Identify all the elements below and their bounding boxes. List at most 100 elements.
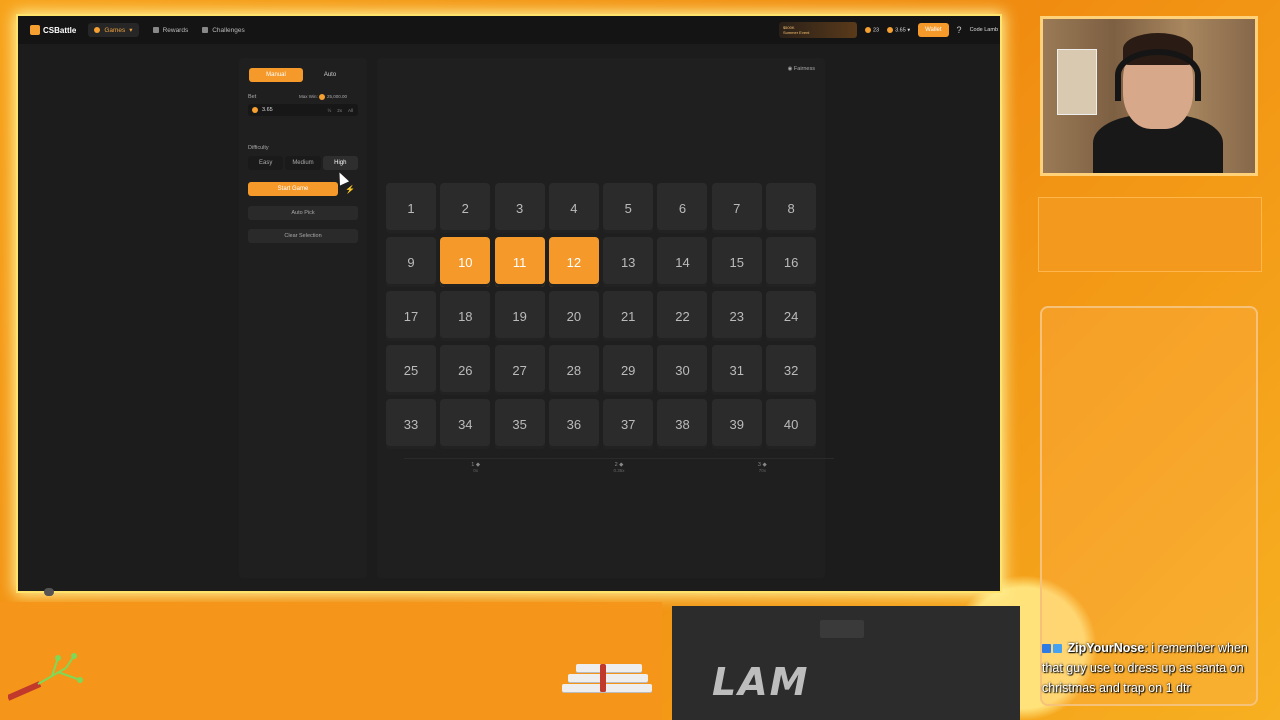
- bottom-overlay-slot: [820, 620, 864, 638]
- site-logo[interactable]: CSBattle: [30, 25, 76, 35]
- auto-pick-button[interactable]: Auto Pick: [248, 206, 358, 220]
- books-icon: [562, 662, 656, 702]
- tile-16[interactable]: 16: [766, 237, 817, 287]
- tile-15[interactable]: 15: [711, 237, 762, 287]
- tile-32[interactable]: 32: [766, 345, 817, 395]
- book: [576, 664, 642, 672]
- difficulty-medium[interactable]: Medium: [285, 156, 321, 170]
- bet-double-button[interactable]: 2x: [337, 108, 342, 113]
- payout-multiplier: 0.35x: [613, 468, 625, 473]
- tile-30[interactable]: 30: [657, 345, 708, 395]
- nav-challenges-label: Challenges: [212, 26, 245, 34]
- tile-12[interactable]: 12: [548, 237, 599, 287]
- tile-28[interactable]: 28: [548, 345, 599, 395]
- clear-selection-button[interactable]: Clear Selection: [248, 229, 358, 243]
- mode-tabs: Manual Auto: [249, 68, 357, 82]
- tile-9[interactable]: 9: [386, 237, 436, 287]
- help-icon[interactable]: ?: [957, 25, 962, 35]
- bet-input[interactable]: 3.65 ½ 2x All: [248, 104, 358, 116]
- tile-19[interactable]: 19: [494, 291, 545, 341]
- book-ribbon: [600, 664, 606, 692]
- coin-icon: [319, 94, 326, 100]
- payout-multiplier: 70x: [758, 468, 766, 473]
- tile-26[interactable]: 26: [440, 345, 491, 395]
- nav-games-label: Games: [104, 26, 126, 34]
- lightning-icon[interactable]: ⚡: [343, 182, 357, 196]
- brand-logo-text: LAM: [712, 660, 810, 704]
- book: [568, 674, 648, 682]
- tile-21[interactable]: 21: [603, 291, 654, 341]
- tile-10[interactable]: 10: [440, 237, 491, 287]
- payout-multiplier: 0x: [473, 468, 479, 473]
- tile-20[interactable]: 20: [548, 291, 599, 341]
- balance-gems-value: 23: [872, 27, 880, 34]
- balance-coins-value: 3.65: [895, 27, 906, 34]
- games-icon: [94, 27, 101, 33]
- tile-40[interactable]: 40: [766, 399, 817, 449]
- nav-games[interactable]: Games ▾: [88, 23, 139, 37]
- difficulty-label: Difficulty: [248, 145, 269, 151]
- tab-auto[interactable]: Auto: [303, 68, 357, 82]
- tile-33[interactable]: 33: [386, 399, 436, 449]
- payout-item: 1 ◆ 0x: [404, 458, 548, 482]
- bet-value: 3.65: [262, 107, 273, 113]
- coin-icon: [887, 26, 894, 33]
- topbar-right: $500K Summer Event 23 3.65 ▾ Wallet ? Co…: [778, 16, 1000, 44]
- tile-5[interactable]: 5: [603, 183, 654, 233]
- keno-grid: 1 2 3 4 5 6 7 8 9 10 11 12 13 14 15 16 17 18 19 20 21 22 23 24 2…: [386, 183, 817, 449]
- tile-18[interactable]: 18: [440, 291, 491, 341]
- tile-3[interactable]: 3: [494, 183, 545, 233]
- chat-username: ZipYourNose: [1067, 641, 1145, 655]
- tile-24[interactable]: 24: [766, 291, 817, 341]
- payout-table: 1 ◆ 0x 2 ◆ 0.35x 3 ◆ 70x: [404, 458, 834, 482]
- tile-11[interactable]: 11: [494, 237, 545, 287]
- flag-icon: [202, 27, 209, 33]
- tile-27[interactable]: 27: [494, 345, 545, 395]
- tile-7[interactable]: 7: [711, 183, 762, 233]
- tile-35[interactable]: 35: [494, 399, 545, 449]
- user-name[interactable]: Code Lamb: [970, 27, 998, 33]
- balance-coins[interactable]: 3.65 ▾: [887, 26, 910, 34]
- tile-36[interactable]: 36: [548, 399, 599, 449]
- bet-half-button[interactable]: ½: [327, 108, 331, 113]
- tile-23[interactable]: 23: [711, 291, 762, 341]
- summer-event-banner[interactable]: $500K Summer Event: [778, 22, 857, 38]
- difficulty-selector: Easy Medium High: [248, 156, 358, 170]
- wallet-button[interactable]: Wallet: [918, 23, 949, 37]
- tile-29[interactable]: 29: [603, 345, 654, 395]
- holly-sprig-icon: [8, 653, 83, 701]
- tile-4[interactable]: 4: [548, 183, 599, 233]
- tile-31[interactable]: 31: [711, 345, 762, 395]
- tile-17[interactable]: 17: [386, 291, 436, 341]
- tile-38[interactable]: 38: [657, 399, 708, 449]
- tile-39[interactable]: 39: [711, 399, 762, 449]
- max-win: Max Win: 25,000.00: [299, 94, 347, 100]
- tile-8[interactable]: 8: [766, 183, 817, 233]
- chevron-down-icon: ▾: [129, 27, 133, 34]
- coin-icon: [864, 26, 871, 33]
- tile-6[interactable]: 6: [657, 183, 708, 233]
- tile-22[interactable]: 22: [657, 291, 708, 341]
- tab-manual[interactable]: Manual: [249, 68, 303, 82]
- webcam-poster: [1057, 49, 1097, 115]
- tile-13[interactable]: 13: [603, 237, 654, 287]
- tile-1[interactable]: 1: [386, 183, 436, 233]
- max-win-value: 25,000.00: [327, 94, 348, 100]
- difficulty-easy[interactable]: Easy: [248, 156, 284, 170]
- tile-2[interactable]: 2: [440, 183, 491, 233]
- balance-gems[interactable]: 23: [864, 26, 880, 34]
- nav-challenges[interactable]: Challenges: [202, 27, 245, 34]
- tile-14[interactable]: 14: [657, 237, 708, 287]
- tile-34[interactable]: 34: [440, 399, 491, 449]
- tile-25[interactable]: 25: [386, 345, 436, 395]
- chat-icon[interactable]: [44, 588, 54, 596]
- start-game-button[interactable]: Start Game: [248, 182, 338, 196]
- tile-37[interactable]: 37: [603, 399, 654, 449]
- fairness-link[interactable]: ◉ Fairness: [788, 66, 815, 72]
- logo-icon: [30, 25, 40, 35]
- bet-all-button[interactable]: All: [348, 108, 353, 113]
- difficulty-high[interactable]: High: [322, 156, 358, 170]
- payout-item: 2 ◆ 0.35x: [547, 458, 691, 482]
- nav-rewards[interactable]: Rewards: [152, 27, 188, 34]
- top-navbar: CSBattle Games ▾ Rewards Challenges $500…: [18, 16, 1000, 44]
